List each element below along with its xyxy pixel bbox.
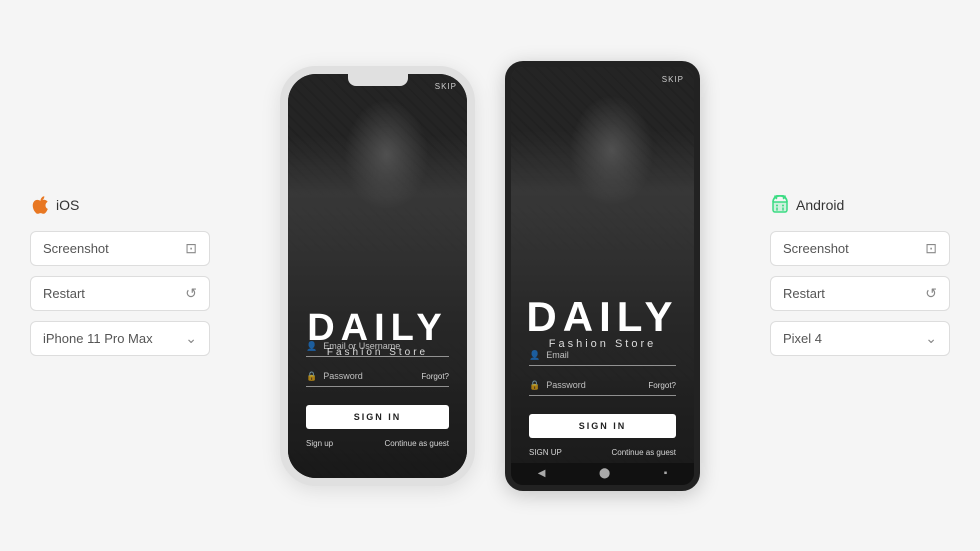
android-login-form: 👤 Email 🔒 Password Forgot? SIGN IN SIGN … — [511, 346, 694, 457]
android-recents-button[interactable]: ▪ — [664, 468, 668, 479]
android-email-icon: 👤 — [529, 350, 540, 361]
android-title-area: DAILY Fashion Store — [511, 296, 694, 350]
ios-notch — [348, 74, 408, 86]
android-guest-link[interactable]: Continue as guest — [612, 448, 677, 457]
main-container: iOS Screenshot ⊡ Restart ↺ iPhone 11 Pro… — [0, 0, 980, 551]
ios-login-form: 👤 Email or Username 🔒 Password Forgot? S… — [288, 337, 467, 448]
ios-side-panel: iOS Screenshot ⊡ Restart ↺ iPhone 11 Pro… — [20, 185, 220, 366]
android-side-panel: Android Screenshot ⊡ Restart ↺ Pixel 4 ⌄ — [760, 185, 960, 366]
ios-email-icon: 👤 — [306, 341, 317, 352]
android-platform-label: Android — [796, 197, 844, 213]
android-lock-icon: 🔒 — [529, 380, 540, 391]
android-email-field: 👤 Email — [529, 346, 676, 366]
ios-platform-label: iOS — [56, 197, 79, 213]
ios-email-placeholder[interactable]: Email or Username — [323, 341, 449, 351]
android-signup-link[interactable]: SIGN UP — [529, 448, 562, 457]
ios-restart-button[interactable]: Restart ↺ — [30, 276, 210, 311]
ios-forgot-link[interactable]: Forgot? — [421, 372, 449, 381]
android-platform-header: Android — [770, 195, 844, 215]
ios-signin-button[interactable]: SIGN IN — [306, 405, 449, 429]
android-screen: SKIP DAILY Fashion Store 👤 Email 🔒 Passw… — [511, 67, 694, 485]
ios-device-label: iPhone 11 Pro Max — [43, 331, 153, 346]
android-bottom-links: SIGN UP Continue as guest — [529, 448, 676, 457]
ios-restart-icon: ↺ — [185, 285, 197, 302]
android-restart-button[interactable]: Restart ↺ — [770, 276, 950, 311]
ios-bottom-links: Sign up Continue as guest — [306, 439, 449, 448]
android-restart-label: Restart — [783, 286, 825, 301]
android-nav-bar: ◀ ⬤ ▪ — [511, 463, 694, 485]
android-chevron-down-icon: ⌄ — [925, 330, 937, 347]
android-email-placeholder[interactable]: Email — [546, 350, 676, 360]
android-phone-mockup: SKIP DAILY Fashion Store 👤 Email 🔒 Passw… — [505, 61, 700, 491]
ios-screenshot-icon: ⊡ — [185, 240, 197, 257]
ios-email-field: 👤 Email or Username — [306, 337, 449, 357]
ios-password-placeholder[interactable]: Password — [323, 371, 415, 381]
android-icon — [770, 195, 790, 215]
android-restart-icon: ↺ — [925, 285, 937, 302]
android-back-button[interactable]: ◀ — [538, 468, 546, 479]
ios-signup-link[interactable]: Sign up — [306, 439, 333, 448]
ios-chevron-down-icon: ⌄ — [185, 330, 197, 347]
android-skip-button[interactable]: SKIP — [662, 75, 684, 84]
android-password-placeholder[interactable]: Password — [546, 380, 642, 390]
android-screenshot-icon: ⊡ — [925, 240, 937, 257]
android-app-title: DAILY — [511, 296, 694, 338]
ios-device-selector[interactable]: iPhone 11 Pro Max ⌄ — [30, 321, 210, 356]
android-screenshot-label: Screenshot — [783, 241, 849, 256]
ios-skip-button[interactable]: SKIP — [435, 82, 457, 91]
ios-screenshot-label: Screenshot — [43, 241, 109, 256]
ios-phone-mockup: SKIP DAILY Fashion Store 👤 Email or User… — [280, 66, 475, 486]
android-device-label: Pixel 4 — [783, 331, 822, 346]
apple-icon — [30, 195, 50, 215]
android-device-selector[interactable]: Pixel 4 ⌄ — [770, 321, 950, 356]
ios-guest-link[interactable]: Continue as guest — [385, 439, 450, 448]
ios-password-field: 🔒 Password Forgot? — [306, 367, 449, 387]
ios-restart-label: Restart — [43, 286, 85, 301]
android-forgot-link[interactable]: Forgot? — [648, 381, 676, 390]
ios-screen: SKIP DAILY Fashion Store 👤 Email or User… — [288, 74, 467, 478]
ios-lock-icon: 🔒 — [306, 371, 317, 382]
phones-container: SKIP DAILY Fashion Store 👤 Email or User… — [220, 61, 760, 491]
android-signin-button[interactable]: SIGN IN — [529, 414, 676, 438]
ios-screenshot-button[interactable]: Screenshot ⊡ — [30, 231, 210, 266]
android-home-button[interactable]: ⬤ — [599, 468, 610, 479]
ios-platform-header: iOS — [30, 195, 79, 215]
android-screenshot-button[interactable]: Screenshot ⊡ — [770, 231, 950, 266]
android-password-field: 🔒 Password Forgot? — [529, 376, 676, 396]
